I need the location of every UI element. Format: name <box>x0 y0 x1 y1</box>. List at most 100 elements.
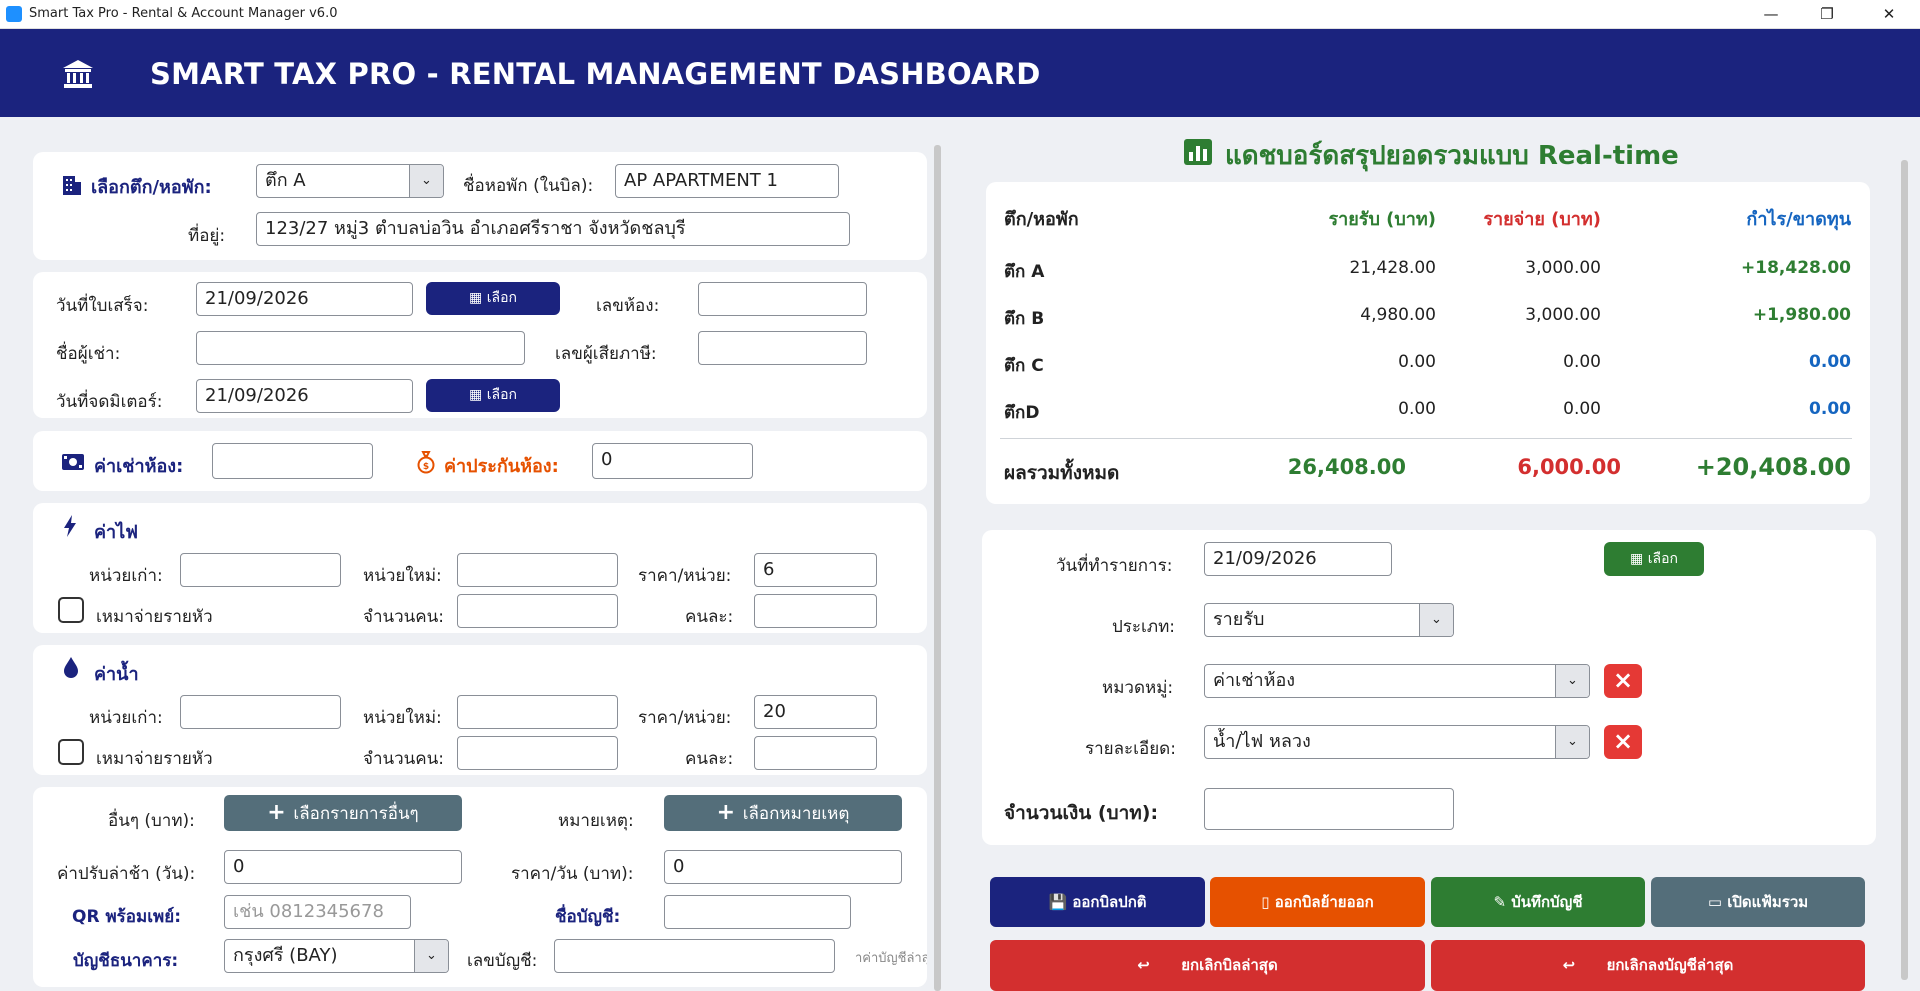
account-no-input[interactable] <box>554 939 835 973</box>
row-building: ตึก A <box>1004 262 1045 282</box>
qr-label: QR พร้อมเพย์: <box>72 907 181 927</box>
summary-rows: ตึก A 21,428.00 3,000.00 +18,428.00 ตึก … <box>1004 251 1852 439</box>
per-day-input[interactable]: 0 <box>664 850 902 884</box>
electric-people-input[interactable] <box>457 594 618 628</box>
property-card: เลือกตึก/หอพัก: ตึก A ⌄ ชื่อหอพัก (ในบิล… <box>33 152 927 260</box>
water-people-input[interactable] <box>457 736 618 770</box>
address-input[interactable]: 123/27 หมู่3 ตำบลบ่อวิน อำเภอศรีราชา จัง… <box>256 212 850 246</box>
lightning-icon <box>64 515 76 537</box>
row-building: ตึก C <box>1004 356 1044 376</box>
qr-input[interactable]: เช่น 0812345678 <box>224 895 411 929</box>
txn-amount-input[interactable] <box>1204 788 1454 830</box>
open-folder-button[interactable]: ▭ เปิดแฟ้มรวม <box>1651 877 1865 927</box>
moveout-bill-button[interactable]: ▯ ออกบิลย้ายออก <box>1210 877 1425 927</box>
cash-icon <box>62 454 84 470</box>
rent-input[interactable] <box>212 443 373 479</box>
chevron-down-icon: ⌄ <box>414 940 448 972</box>
minimize-button[interactable]: — <box>1748 0 1794 29</box>
cancel-last-bill-button[interactable]: ↩ ยกเลิกบิลล่าสุด <box>990 940 1425 991</box>
deposit-input[interactable]: 0 <box>592 443 753 479</box>
late-fee-label: ค่าปรับล่าช้า (วัน): <box>57 864 196 884</box>
app-icon <box>6 6 22 22</box>
other-items-button-label: เลือกรายการอื่นๆ <box>293 804 419 824</box>
cancel-last-account-label: ยกเลิกลงบัญชีล่าสุด <box>1606 956 1734 974</box>
row-profit: 0.00 <box>1809 399 1851 419</box>
other-label: อื่นๆ (บาท): <box>108 811 195 831</box>
undo-icon: ↩ <box>1137 956 1150 974</box>
electric-old-unit-input[interactable] <box>180 553 341 587</box>
water-price-input[interactable]: 20 <box>754 695 877 729</box>
receipt-date-pick-button[interactable]: ▦ เลือก <box>426 282 560 315</box>
cancel-last-account-button[interactable]: ↩ ยกเลิกลงบัญชีล่าสุด <box>1431 940 1865 991</box>
receipt-date-input[interactable]: 21/09/2026 <box>196 282 413 316</box>
building-select[interactable]: ตึก A ⌄ <box>256 164 444 198</box>
delete-category-button[interactable]: × <box>1604 664 1642 698</box>
right-panel-scrollbar[interactable] <box>1901 160 1908 980</box>
water-people-label: จำนวนคน: <box>363 749 445 769</box>
water-card: ค่าน้ำ หน่วยเก่า: หน่วยใหม่: ราคา/หน่วย:… <box>33 645 927 775</box>
txn-category-value: ค่าเช่าห้อง <box>1213 670 1296 691</box>
total-profit: +20,408.00 <box>1695 453 1851 481</box>
note-button[interactable]: + เลือกหมายเหตุ <box>664 795 902 831</box>
water-old-unit-input[interactable] <box>180 695 341 729</box>
window-titlebar: Smart Tax Pro - Rental & Account Manager… <box>0 0 1920 29</box>
close-button[interactable]: ✕ <box>1866 0 1912 29</box>
other-card: อื่นๆ (บาท): + เลือกรายการอื่นๆ หมายเหตุ… <box>33 787 927 987</box>
account-no-label: เลขบัญชี: <box>467 951 538 971</box>
receipt-date-label: วันที่ใบเสร็จ: <box>56 296 149 316</box>
txn-detail-select[interactable]: น้ำ/ไฟ หลวง ⌄ <box>1204 725 1590 759</box>
txn-detail-value: น้ำ/ไฟ หลวง <box>1213 731 1311 752</box>
electric-new-unit-label: หน่วยใหม่: <box>363 566 442 586</box>
row-expense: 3,000.00 <box>1525 305 1601 325</box>
plus-icon: + <box>267 800 294 825</box>
txn-category-select[interactable]: ค่าเช่าห้อง ⌄ <box>1204 664 1590 698</box>
rent-label: ค่าเช่าห้อง: <box>94 456 184 477</box>
water-new-unit-label: หน่วยใหม่: <box>363 708 442 728</box>
row-expense: 0.00 <box>1563 352 1601 372</box>
other-items-button[interactable]: + เลือกรายการอื่นๆ <box>224 795 462 831</box>
pick-label: เลือก <box>1647 551 1678 567</box>
meter-date-input[interactable]: 21/09/2026 <box>196 379 413 413</box>
calendar-icon: ▦ <box>1630 551 1648 567</box>
left-panel-scrollbar[interactable] <box>934 145 941 991</box>
electric-price-input[interactable]: 6 <box>754 553 877 587</box>
delete-detail-button[interactable]: × <box>1604 725 1642 759</box>
water-title: ค่าน้ำ <box>94 664 139 685</box>
late-fee-input[interactable]: 0 <box>224 850 462 884</box>
txn-date-pick-button[interactable]: ▦ เลือก <box>1604 542 1704 576</box>
money-bag-icon: $ <box>417 451 435 474</box>
txn-type-select[interactable]: รายรับ ⌄ <box>1204 603 1454 637</box>
water-new-unit-input[interactable] <box>457 695 618 729</box>
electric-flat-rate-checkbox[interactable] <box>58 597 84 623</box>
calendar-icon: ▦ <box>469 387 487 403</box>
electric-flat-rate-label: เหมาจ่ายรายหัว <box>96 607 213 627</box>
maximize-button[interactable]: ❐ <box>1804 0 1850 29</box>
row-profit: +1,980.00 <box>1752 305 1851 325</box>
row-profit: +18,428.00 <box>1741 258 1851 278</box>
room-no-input[interactable] <box>698 282 867 316</box>
building-label: เลือกตึก/หอพัก: <box>91 177 212 198</box>
svg-text:$: $ <box>423 462 429 472</box>
app-header: SMART TAX PRO - RENTAL MANAGEMENT DASHBO… <box>0 29 1920 117</box>
save-account-label: บันทึกบัญชี <box>1511 893 1583 911</box>
table-row: ตึก C 0.00 0.00 0.00 <box>1004 345 1852 392</box>
meter-date-pick-button[interactable]: ▦ เลือก <box>426 379 560 412</box>
txn-type-value: รายรับ <box>1213 609 1265 630</box>
electric-new-unit-input[interactable] <box>457 553 618 587</box>
water-per-person-input[interactable] <box>754 736 877 770</box>
tax-id-input[interactable] <box>698 331 867 365</box>
bar-chart-icon <box>1184 139 1212 165</box>
tenant-name-input[interactable] <box>196 331 525 365</box>
account-name-input[interactable] <box>664 895 851 929</box>
water-flat-rate-checkbox[interactable] <box>58 739 84 765</box>
normal-bill-button[interactable]: 💾 ออกบิลปกติ <box>990 877 1205 927</box>
txn-date-input[interactable]: 21/09/2026 <box>1204 542 1392 576</box>
save-account-button[interactable]: ✎ บันทึกบัญชี <box>1431 877 1645 927</box>
water-price-label: ราคา/หน่วย: <box>638 708 732 728</box>
bank-select[interactable]: กรุงศรี (BAY) ⌄ <box>224 939 449 973</box>
electric-per-person-input[interactable] <box>754 594 877 628</box>
col-header-profit: กำไร/ขาดทุน <box>1746 209 1851 230</box>
dorm-name-input[interactable]: AP APARTMENT 1 <box>615 164 839 198</box>
row-building: ตึก B <box>1004 309 1045 329</box>
deposit-label: ค่าประกันห้อง: <box>444 456 559 477</box>
